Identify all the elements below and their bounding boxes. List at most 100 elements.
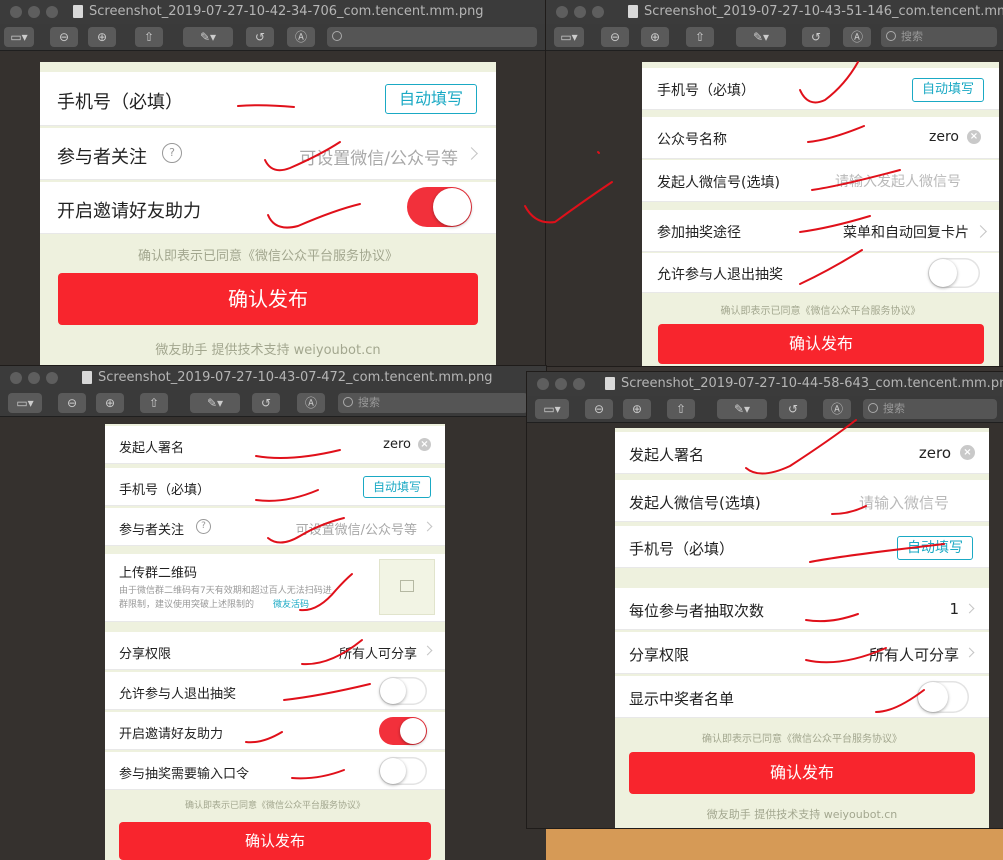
agreement-link[interactable]: 确认即表示已同意《微信公众平台服务协议》 xyxy=(105,798,445,811)
window-title: Screenshot_2019-07-27-10-43-07-472_com.t… xyxy=(98,370,493,385)
phone-row[interactable]: 手机号（必填） 自动填写 xyxy=(105,468,445,506)
markup-pen-button[interactable]: ✎▾ xyxy=(736,27,786,47)
confirm-publish-button[interactable]: 确认发布 xyxy=(58,273,478,325)
draws-row[interactable]: 每位参与者抽取次数 1 xyxy=(615,588,989,630)
rotate-button[interactable]: ↺ xyxy=(252,393,280,413)
zoom-out-button[interactable]: ⊖ xyxy=(58,393,86,413)
phone-label: 手机号（必填） xyxy=(629,540,735,558)
phone-row[interactable]: 手机号（必填） 自动填写 xyxy=(40,72,496,126)
close-button[interactable] xyxy=(537,378,549,390)
rotate-button[interactable]: ↺ xyxy=(246,27,274,47)
sidebar-toggle-button[interactable]: ▭▾ xyxy=(4,27,34,47)
minimize-button[interactable] xyxy=(28,6,40,18)
image-upload-icon xyxy=(400,580,414,592)
live-code-link[interactable]: 微友活码 xyxy=(273,597,309,610)
search-icon xyxy=(343,397,353,407)
password-toggle[interactable] xyxy=(379,757,427,785)
signature-value[interactable]: zero xyxy=(919,444,951,462)
signature-row[interactable]: 发起人署名 zero × xyxy=(615,432,989,474)
initiator-wechat-row[interactable]: 发起人微信号(选填) 请输入微信号 xyxy=(615,480,989,522)
share-row[interactable]: 分享权限 所有人可分享 xyxy=(615,632,989,674)
confirm-publish-button[interactable]: 确认发布 xyxy=(629,752,975,794)
qr-upload-row[interactable]: 上传群二维码 由于微信群二维码有7天有效期和超过百人无法扫码进 群限制，建议使用… xyxy=(105,554,445,622)
autofill-button[interactable]: 自动填写 xyxy=(385,84,477,114)
window-title: Screenshot_2019-07-27-10-44-58-643_com.t… xyxy=(621,376,1003,391)
window-controls xyxy=(10,6,64,22)
zoom-in-button[interactable]: ⊕ xyxy=(88,27,116,47)
zoom-out-button[interactable]: ⊖ xyxy=(50,27,78,47)
search-field[interactable]: 搜索 xyxy=(881,27,997,47)
phone-row[interactable]: 手机号（必填） 自动填写 xyxy=(615,526,989,568)
markup-pen-button[interactable]: ✎▾ xyxy=(190,393,240,413)
autofill-button[interactable]: 自动填写 xyxy=(897,536,973,560)
follow-row[interactable]: 参与者关注 ? 可设置微信/公众号等 xyxy=(40,128,496,180)
follow-row[interactable]: 参与者关注 ? 可设置微信/公众号等 xyxy=(105,508,445,546)
search-field[interactable]: 搜索 xyxy=(338,393,528,413)
close-button[interactable] xyxy=(556,6,568,18)
search-field[interactable]: 搜索 xyxy=(863,399,997,419)
minimize-button[interactable] xyxy=(574,6,586,18)
share-button[interactable]: ⇧ xyxy=(667,399,695,419)
zoom-button[interactable] xyxy=(46,6,58,18)
markup-toolbar-button[interactable]: Ⓐ xyxy=(843,27,871,47)
minimize-button[interactable] xyxy=(28,372,40,384)
zoom-in-button[interactable]: ⊕ xyxy=(623,399,651,419)
chevron-right-icon xyxy=(422,645,433,656)
invite-toggle[interactable] xyxy=(379,717,427,745)
confirm-publish-button[interactable]: 确认发布 xyxy=(658,324,984,364)
sidebar-toggle-button[interactable]: ▭▾ xyxy=(8,393,42,413)
zoom-out-button[interactable]: ⊖ xyxy=(585,399,613,419)
show-winners-toggle[interactable] xyxy=(917,681,969,713)
allow-exit-toggle[interactable] xyxy=(379,677,427,705)
allow-exit-toggle[interactable] xyxy=(928,258,980,288)
zoom-in-button[interactable]: ⊕ xyxy=(96,393,124,413)
initiator-wechat-input[interactable]: 请输入发起人微信号 xyxy=(835,171,961,191)
close-button[interactable] xyxy=(10,372,22,384)
clear-icon[interactable]: × xyxy=(960,445,975,460)
share-button[interactable]: ⇧ xyxy=(140,393,168,413)
markup-pen-button[interactable]: ✎▾ xyxy=(717,399,767,419)
autofill-button[interactable]: 自动填写 xyxy=(912,78,984,102)
agreement-link[interactable]: 确认即表示已同意《微信公众平台服务协议》 xyxy=(40,245,496,264)
markup-toolbar-button[interactable]: Ⓐ xyxy=(823,399,851,419)
zoom-out-button[interactable]: ⊖ xyxy=(601,27,629,47)
follow-value: 可设置微信/公众号等 xyxy=(299,149,458,169)
signature-row[interactable]: 发起人署名 zero × xyxy=(105,426,445,464)
clear-icon[interactable]: × xyxy=(418,438,431,451)
entry-path-row[interactable]: 参加抽奖途径 菜单和自动回复卡片 xyxy=(642,210,999,252)
signature-value[interactable]: zero xyxy=(383,437,411,452)
markup-toolbar-button[interactable]: Ⓐ xyxy=(287,27,315,47)
initiator-wechat-input[interactable]: 请输入微信号 xyxy=(859,492,949,513)
minimize-button[interactable] xyxy=(555,378,567,390)
confirm-publish-button[interactable]: 确认发布 xyxy=(119,822,431,860)
clear-icon[interactable]: × xyxy=(967,130,981,144)
account-name-row[interactable]: 公众号名称 zero × xyxy=(642,117,999,159)
zoom-button[interactable] xyxy=(573,378,585,390)
search-field[interactable] xyxy=(327,27,537,47)
share-button[interactable]: ⇧ xyxy=(686,27,714,47)
share-row[interactable]: 分享权限 所有人可分享 xyxy=(105,632,445,670)
autofill-button[interactable]: 自动填写 xyxy=(363,476,431,498)
invite-toggle[interactable] xyxy=(407,187,472,227)
help-icon[interactable]: ? xyxy=(162,143,182,163)
zoom-button[interactable] xyxy=(592,6,604,18)
rotate-button[interactable]: ↺ xyxy=(802,27,830,47)
share-button[interactable]: ⇧ xyxy=(135,27,163,47)
sidebar-toggle-button[interactable]: ▭▾ xyxy=(535,399,569,419)
phone-page: 手机号（必填） 自动填写 公众号名称 zero × 发起人微信号(选填) 请输入… xyxy=(642,62,999,366)
markup-toolbar-button[interactable]: Ⓐ xyxy=(297,393,325,413)
markup-pen-button[interactable]: ✎▾ xyxy=(183,27,233,47)
initiator-wechat-label: 发起人微信号(选填) xyxy=(629,494,761,512)
close-button[interactable] xyxy=(10,6,22,18)
phone-row[interactable]: 手机号（必填） 自动填写 xyxy=(642,68,999,110)
qr-upload-box[interactable] xyxy=(379,559,435,615)
zoom-button[interactable] xyxy=(46,372,58,384)
sidebar-toggle-button[interactable]: ▭▾ xyxy=(554,27,584,47)
agreement-link[interactable]: 确认即表示已同意《微信公众平台服务协议》 xyxy=(615,730,989,745)
help-icon[interactable]: ? xyxy=(196,519,211,534)
zoom-in-button[interactable]: ⊕ xyxy=(641,27,669,47)
rotate-button[interactable]: ↺ xyxy=(779,399,807,419)
initiator-wechat-row[interactable]: 发起人微信号(选填) 请输入发起人微信号 xyxy=(642,160,999,202)
agreement-link[interactable]: 确认即表示已同意《微信公众平台服务协议》 xyxy=(642,302,999,317)
account-name-value[interactable]: zero xyxy=(929,129,959,145)
